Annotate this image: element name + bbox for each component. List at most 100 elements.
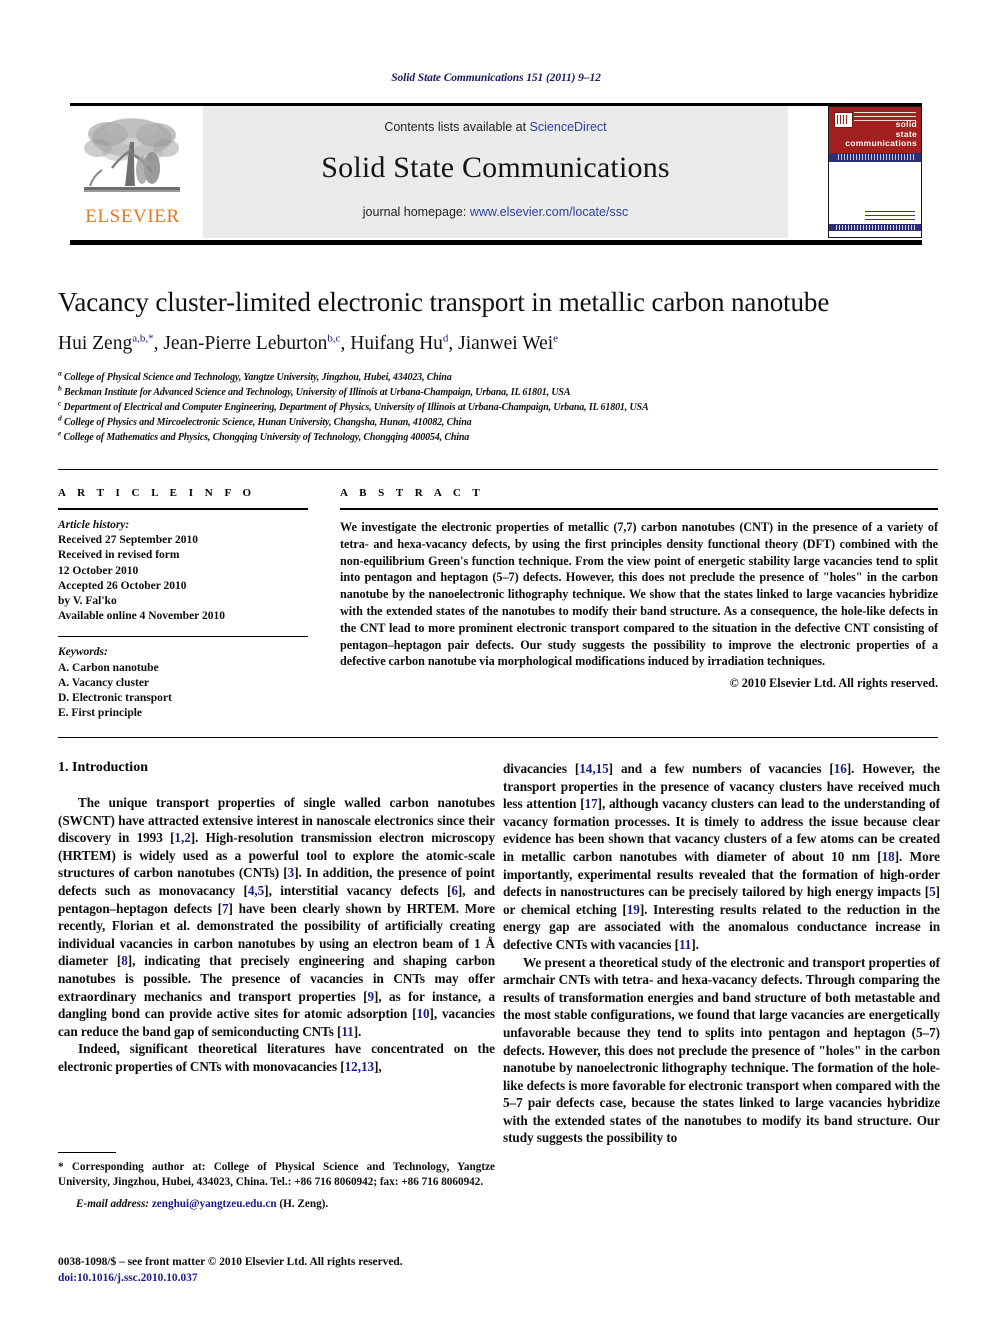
author-list: Hui Zenga,b,*, Jean-Pierre Leburtonb,c, …: [58, 332, 559, 354]
footnote-rule: [58, 1152, 116, 1153]
citation-ref[interactable]: 4,5: [248, 883, 264, 898]
cover-subtitle-lines: [838, 154, 914, 160]
cover-title: solid state communications: [831, 119, 917, 149]
affiliation-marker: d: [58, 413, 62, 423]
abstract-text: We investigate the electronic properties…: [340, 520, 938, 669]
body-column-right: divacancies [14,15] and a few numbers of…: [503, 760, 940, 1147]
author-affiliation-marker: a,b,*: [132, 332, 154, 345]
author-name: Jean-Pierre Leburton: [163, 333, 328, 354]
citation-ref[interactable]: 6: [451, 883, 458, 898]
elsevier-tree-icon: [84, 118, 180, 192]
right-paragraphs: divacancies [14,15] and a few numbers of…: [503, 760, 940, 1147]
homepage-prefix: journal homepage:: [362, 205, 470, 219]
author-name: Huifang Hu: [350, 333, 443, 354]
body-column-left: 1. Introduction The unique transport pro…: [58, 760, 495, 1076]
citation-ref[interactable]: 14,15: [579, 761, 608, 776]
sciencedirect-link[interactable]: ScienceDirect: [530, 120, 607, 134]
citation-ref[interactable]: 5: [929, 884, 936, 899]
citation-ref[interactable]: 17: [585, 796, 598, 811]
abstract-rule: [340, 508, 938, 510]
article-title: Vacancy cluster-limited electronic trans…: [58, 287, 830, 317]
citation-ref[interactable]: 9: [367, 989, 374, 1004]
homepage-line: journal homepage: www.elsevier.com/locat…: [203, 205, 788, 219]
contents-line: Contents lists available at ScienceDirec…: [203, 120, 788, 134]
keyword-item: A. Carbon nanotube: [58, 661, 159, 674]
citation-ref[interactable]: 18: [882, 849, 895, 864]
email-suffix: (H. Zeng).: [276, 1198, 329, 1210]
keyword-item: E. First principle: [58, 707, 143, 720]
doi-link[interactable]: doi:10.1016/j.ssc.2010.10.037: [58, 1271, 508, 1287]
citation-ref[interactable]: 19: [627, 902, 640, 917]
citation-ref[interactable]: 1,2: [174, 830, 190, 845]
cover-title-line3: communications: [845, 138, 917, 148]
affiliation-marker: e: [58, 428, 62, 438]
citation-ref[interactable]: 7: [222, 901, 229, 916]
article-info-column: A R T I C L E I N F O Article history: R…: [58, 487, 308, 721]
affiliation-marker: c: [58, 398, 62, 408]
affiliation: e College of Mathematics and Physics, Ch…: [58, 428, 470, 443]
article-history-label: Article history:: [58, 519, 130, 531]
author-affiliation-marker: e: [553, 332, 559, 345]
body-paragraph: divacancies [14,15] and a few numbers of…: [503, 761, 940, 952]
affiliation: a College of Physical Science and Techno…: [58, 368, 452, 383]
email-note: E-mail address: zenghui@yangtzeu.edu.cn …: [58, 1197, 495, 1212]
abstract-copyright: © 2010 Elsevier Ltd. All rights reserved…: [729, 676, 938, 691]
article-history-item: Accepted 26 October 2010: [58, 579, 187, 592]
keywords-rule: [58, 636, 308, 638]
affiliation-list: a College of Physical Science and Techno…: [58, 368, 938, 445]
article-history: Article history: Received 27 September 2…: [58, 518, 308, 624]
affiliation-marker: b: [58, 383, 62, 393]
cover-title-line1: solid: [895, 119, 917, 129]
citation-ref[interactable]: 16: [834, 761, 847, 776]
article-info-heading: A R T I C L E I N F O: [58, 487, 256, 499]
issn-block: 0038-1098/$ – see front matter © 2010 El…: [58, 1255, 508, 1286]
corresponding-author-note: * Corresponding author at: College of Ph…: [58, 1161, 495, 1188]
running-head: Solid State Communications 151 (2011) 9–…: [391, 72, 601, 84]
author-affiliation-marker: d: [442, 332, 449, 345]
citation-ref[interactable]: 8: [121, 953, 128, 968]
paper-page: Solid State Communications 151 (2011) 9–…: [0, 0, 992, 1323]
article-history-item: Received 27 September 2010: [58, 534, 198, 547]
keywords-block: Keywords: A. Carbon nanotube A. Vacancy c…: [58, 645, 308, 721]
cover-bottom-lines: [865, 211, 915, 222]
cover-title-line2: state: [895, 128, 917, 139]
affiliation: c Department of Electrical and Computer …: [58, 398, 649, 413]
email-label: E-mail address:: [76, 1198, 150, 1210]
contents-prefix: Contents lists available at: [384, 120, 530, 134]
masthead-bottom-rule: [70, 240, 922, 245]
info-top-separator: [58, 469, 938, 470]
masthead-center: Contents lists available at ScienceDirec…: [203, 106, 788, 238]
keyword-item: A. Vacancy cluster: [58, 676, 150, 689]
abstract-column: A B S T R A C T We investigate the elect…: [340, 487, 938, 691]
author-affiliation-marker: b,c: [327, 332, 341, 345]
section-heading-introduction: 1. Introduction: [58, 760, 148, 775]
article-history-item: 12 October 2010: [58, 564, 139, 577]
author-name: Jianwei Wei: [458, 333, 554, 354]
elsevier-wordmark: ELSEVIER: [85, 206, 180, 227]
body-paragraph: The unique transport properties of singl…: [58, 795, 496, 1039]
email-link[interactable]: zenghui@yangtzeu.edu.cn: [152, 1198, 277, 1210]
article-history-item: Received in revised form: [58, 549, 180, 562]
affiliation: b Beckman Institute for Advanced Science…: [58, 383, 571, 398]
journal-homepage-link[interactable]: www.elsevier.com/locate/ssc: [470, 205, 628, 219]
citation-ref[interactable]: 11: [679, 937, 691, 952]
affiliation: d College of Physics and Mircoelectronic…: [58, 413, 472, 428]
journal-title: Solid State Communications: [321, 151, 670, 184]
citation-ref[interactable]: 10: [416, 1006, 429, 1021]
keyword-item: D. Electronic transport: [58, 692, 172, 705]
article-info-rule: [58, 508, 308, 510]
journal-masthead: ELSEVIER Contents lists available at Sci…: [70, 106, 922, 238]
footnote-block: * Corresponding author at: College of Ph…: [58, 1152, 495, 1212]
info-bottom-separator: [58, 737, 938, 738]
citation-ref[interactable]: 11: [341, 1024, 353, 1039]
author-name: Hui Zeng: [58, 333, 133, 354]
keyword-lines: A. Carbon nanotube A. Vacancy cluster D. E…: [58, 661, 308, 722]
citation-ref[interactable]: 12,13: [345, 1059, 374, 1074]
citation-ref[interactable]: 3: [288, 865, 295, 880]
body-paragraph: We present a theoretical study of the el…: [503, 954, 940, 1146]
cover-footer-lines: [836, 225, 916, 230]
journal-cover-thumbnail[interactable]: solid state communications: [828, 106, 922, 238]
keywords-label: Keywords:: [58, 646, 108, 659]
body-paragraph: Indeed, significant theoretical literatu…: [58, 1041, 495, 1074]
elsevier-logo: ELSEVIER: [70, 106, 195, 238]
